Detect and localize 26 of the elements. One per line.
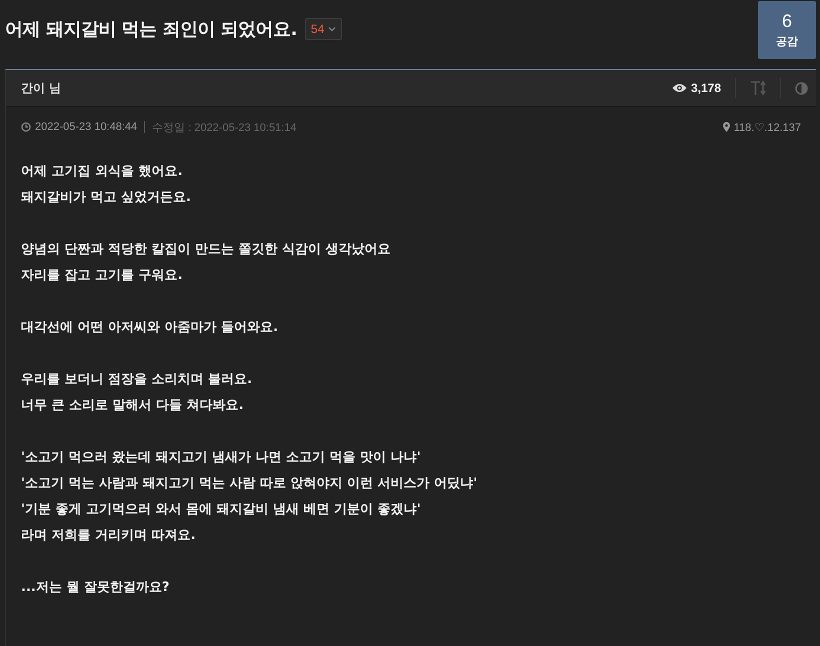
ip-address: 118.♡.12.137 — [734, 120, 801, 134]
post-text-line: '소고기 먹는 사람과 돼지고기 먹는 사람 따로 앉혀야지 이런 서비스가 어딨냐' — [21, 475, 478, 493]
contrast-icon[interactable] — [795, 82, 808, 94]
post-text-line: 어제 고기집 외식을 했어요. — [21, 163, 184, 181]
font-size-icon[interactable] — [750, 80, 766, 96]
post-text-line: 자리를 잡고 고기를 구워요. — [21, 267, 184, 285]
post-text-line: 양념의 단짠과 적당한 칼집이 만드는 쫄깃한 식감이 생각났어요 — [21, 241, 392, 259]
chevron-icon — [328, 26, 336, 32]
post-text-line: '기분 좋게 고기먹으러 와서 몸에 돼지갈비 냄새 베면 기분이 좋겠냐' — [21, 501, 422, 519]
post-text-line: 대각선에 어떤 아저씨와 아줌마가 들어와요. — [21, 319, 280, 337]
clock-icon — [21, 122, 31, 132]
empathy-button[interactable]: 6 공감 — [758, 1, 816, 59]
comment-count-button[interactable]: 54 — [304, 18, 342, 40]
author-name[interactable]: 간이 님 — [21, 80, 62, 96]
eye-icon — [672, 83, 687, 93]
post-text-line: '소고기 먹으러 왔는데 돼지고기 냄새가 나면 소고기 먹을 맛이 나냐' — [21, 449, 422, 467]
post-text-line: 우리를 보더니 점장을 소리치며 불러요. — [21, 371, 254, 389]
post-text-line: 돼지갈비가 먹고 싶었거든요. — [21, 189, 192, 207]
post-text-line: 너무 큰 소리로 말해서 다들 쳐다봐요. — [21, 397, 245, 415]
post-text-line: 라며 저희를 거리키며 따져요. — [21, 527, 197, 545]
location-pin-icon — [722, 122, 730, 132]
post-title: 어제 돼지갈비 먹는 죄인이 되었어요. — [5, 18, 297, 41]
post-date: 2022-05-23 10:48:44 — [35, 121, 138, 133]
view-count: 3,178 — [690, 81, 721, 95]
post-text-line: ...저는 뭘 잘못한걸까요? — [21, 579, 170, 597]
edit-date: 수정일 : 2022-05-23 10:51:14 — [152, 120, 296, 134]
